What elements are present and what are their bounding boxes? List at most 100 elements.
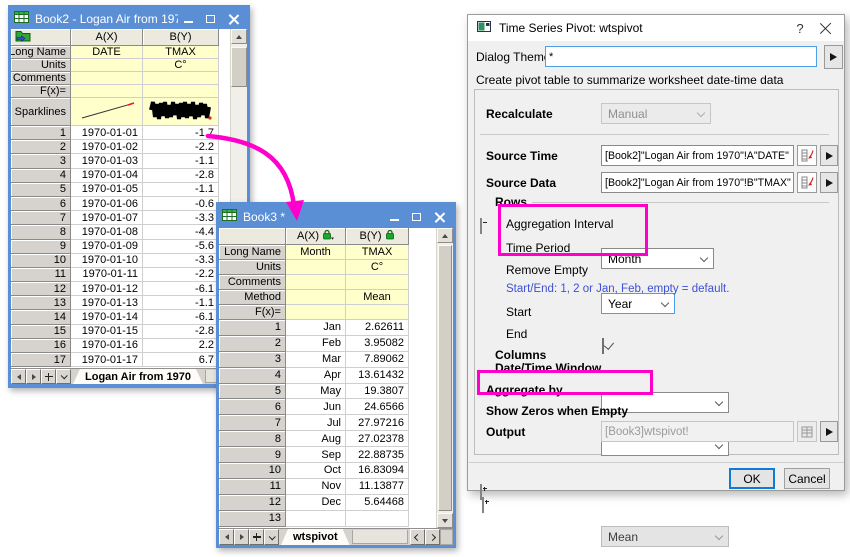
row-number[interactable]: 5 bbox=[11, 183, 71, 197]
row-number[interactable]: 16 bbox=[11, 339, 71, 353]
row-number[interactable]: 11 bbox=[219, 479, 286, 495]
book3-fx-a[interactable] bbox=[286, 305, 346, 320]
tab-list-icon[interactable] bbox=[56, 369, 71, 384]
cell-tmax[interactable]: 16.83094 bbox=[346, 463, 409, 479]
maximize-icon[interactable] bbox=[412, 213, 421, 221]
cell-month[interactable]: Nov bbox=[286, 479, 346, 495]
cell-tmax[interactable]: -6.1 bbox=[143, 282, 219, 296]
output-flyout-button[interactable] bbox=[820, 421, 838, 442]
cell-month[interactable]: Jan bbox=[286, 320, 346, 336]
row-number[interactable]: 9 bbox=[219, 447, 286, 463]
row-number[interactable]: 10 bbox=[219, 463, 286, 479]
cell-month[interactable]: Oct bbox=[286, 463, 346, 479]
tab-scroll-right-icon[interactable] bbox=[425, 529, 440, 545]
close-icon[interactable] bbox=[434, 212, 444, 222]
book3-longname-b[interactable]: TMAX bbox=[346, 245, 409, 260]
row-number[interactable]: 11 bbox=[11, 268, 71, 282]
close-icon[interactable] bbox=[228, 14, 238, 24]
cell-date[interactable]: 1970-01-16 bbox=[71, 339, 143, 353]
cell-date[interactable]: 1970-01-10 bbox=[71, 254, 143, 268]
maximize-icon[interactable] bbox=[206, 15, 215, 23]
cell-tmax[interactable]: 5.64468 bbox=[346, 495, 409, 511]
tab-next-icon[interactable] bbox=[234, 529, 249, 545]
row-number[interactable]: 14 bbox=[11, 310, 71, 324]
cell-month[interactable]: Mar bbox=[286, 352, 346, 368]
row-number[interactable]: 17 bbox=[11, 353, 71, 367]
cell-tmax[interactable]: -5.6 bbox=[143, 240, 219, 254]
row-number[interactable]: 4 bbox=[11, 169, 71, 183]
book2-corner-cell[interactable] bbox=[11, 29, 71, 46]
row-number[interactable]: 2 bbox=[219, 336, 286, 352]
row-number[interactable]: 9 bbox=[11, 240, 71, 254]
cell-date[interactable]: 1970-01-12 bbox=[71, 282, 143, 296]
row-number[interactable]: 12 bbox=[219, 495, 286, 511]
book3-longname-a[interactable]: Month bbox=[286, 245, 346, 260]
cell-date[interactable]: 1970-01-05 bbox=[71, 183, 143, 197]
book2-sparkline-date-cell[interactable] bbox=[71, 98, 143, 126]
close-icon[interactable] bbox=[819, 22, 831, 34]
cell-month[interactable] bbox=[286, 511, 346, 527]
cell-tmax[interactable]: -4.4 bbox=[143, 225, 219, 239]
row-number[interactable]: 12 bbox=[11, 282, 71, 296]
cell-tmax[interactable]: -6.1 bbox=[143, 310, 219, 324]
row-number[interactable]: 2 bbox=[11, 140, 71, 154]
tab-next-icon[interactable] bbox=[26, 369, 41, 384]
cell-tmax[interactable]: 13.61432 bbox=[346, 368, 409, 384]
book2-col-a-header[interactable]: A(X) bbox=[71, 29, 143, 46]
cell-tmax[interactable]: 3.95082 bbox=[346, 336, 409, 352]
output-input[interactable]: [Book3]wtspivot! bbox=[601, 421, 794, 442]
book2-row-sparklines-label[interactable]: Sparklines bbox=[11, 98, 71, 126]
book3-row-fx-label[interactable]: F(x)= bbox=[219, 305, 286, 320]
book3-comments-a[interactable] bbox=[286, 275, 346, 290]
source-data-input[interactable]: [Book2]"Logan Air from 1970"!B"TMAX" bbox=[601, 172, 794, 193]
book3-col-a-header[interactable]: A(X) bbox=[286, 228, 346, 245]
book2-longname-a[interactable]: DATE bbox=[71, 46, 143, 59]
scroll-down-icon[interactable] bbox=[437, 513, 453, 528]
source-time-input[interactable]: [Book2]"Logan Air from 1970"!A"DATE" bbox=[601, 145, 794, 166]
cell-date[interactable]: 1970-01-07 bbox=[71, 211, 143, 225]
source-data-flyout-button[interactable] bbox=[820, 172, 838, 193]
row-number[interactable]: 3 bbox=[219, 352, 286, 368]
cell-date[interactable]: 1970-01-09 bbox=[71, 240, 143, 254]
rows-collapse-icon[interactable] bbox=[480, 218, 482, 234]
cell-tmax[interactable]: 7.89062 bbox=[346, 352, 409, 368]
cell-tmax[interactable]: 27.97216 bbox=[346, 415, 409, 431]
cell-month[interactable]: Feb bbox=[286, 336, 346, 352]
source-time-flyout-button[interactable] bbox=[820, 145, 838, 166]
row-number[interactable]: 13 bbox=[11, 296, 71, 310]
cell-tmax[interactable]: 2.62611 bbox=[346, 320, 409, 336]
cell-date[interactable]: 1970-01-02 bbox=[71, 140, 143, 154]
row-number[interactable]: 7 bbox=[11, 211, 71, 225]
cell-tmax[interactable]: 11.13877 bbox=[346, 479, 409, 495]
cell-month[interactable]: Aug bbox=[286, 431, 346, 447]
book3-row-longname-label[interactable]: Long Name bbox=[219, 245, 286, 260]
cell-date[interactable]: 1970-01-15 bbox=[71, 325, 143, 339]
row-number[interactable]: 6 bbox=[219, 399, 286, 415]
cancel-button[interactable]: Cancel bbox=[784, 468, 830, 489]
cell-month[interactable]: Jul bbox=[286, 415, 346, 431]
recalculate-select[interactable]: Manual bbox=[601, 103, 711, 124]
cell-tmax[interactable]: 24.6566 bbox=[346, 399, 409, 415]
book3-comments-b[interactable] bbox=[346, 275, 409, 290]
cell-tmax[interactable]: -1.1 bbox=[143, 296, 219, 310]
row-number[interactable]: 10 bbox=[11, 254, 71, 268]
row-number[interactable]: 7 bbox=[219, 415, 286, 431]
cell-date[interactable]: 1970-01-14 bbox=[71, 310, 143, 324]
book3-method-b[interactable]: Mean bbox=[346, 290, 409, 305]
tab-first-icon[interactable] bbox=[11, 369, 26, 384]
sheet-tab-logan[interactable]: Logan Air from 1970 bbox=[73, 369, 203, 384]
cell-date[interactable]: 1970-01-17 bbox=[71, 353, 143, 367]
book2-units-a[interactable] bbox=[71, 59, 143, 72]
book2-comments-b[interactable] bbox=[143, 72, 219, 85]
cell-tmax[interactable]: -2.8 bbox=[143, 325, 219, 339]
book3-row-comments-label[interactable]: Comments bbox=[219, 275, 286, 290]
tab-first-icon[interactable] bbox=[219, 529, 234, 545]
book2-fx-a[interactable] bbox=[71, 85, 143, 98]
dialog-theme-input[interactable]: * bbox=[545, 46, 817, 67]
cell-month[interactable]: Dec bbox=[286, 495, 346, 511]
row-number[interactable]: 15 bbox=[11, 325, 71, 339]
datetime-window-expand-icon[interactable] bbox=[482, 497, 484, 513]
aggregate-by-select[interactable]: Mean bbox=[601, 526, 729, 547]
cell-tmax[interactable]: 19.3807 bbox=[346, 384, 409, 400]
theme-flyout-button[interactable] bbox=[824, 45, 843, 69]
